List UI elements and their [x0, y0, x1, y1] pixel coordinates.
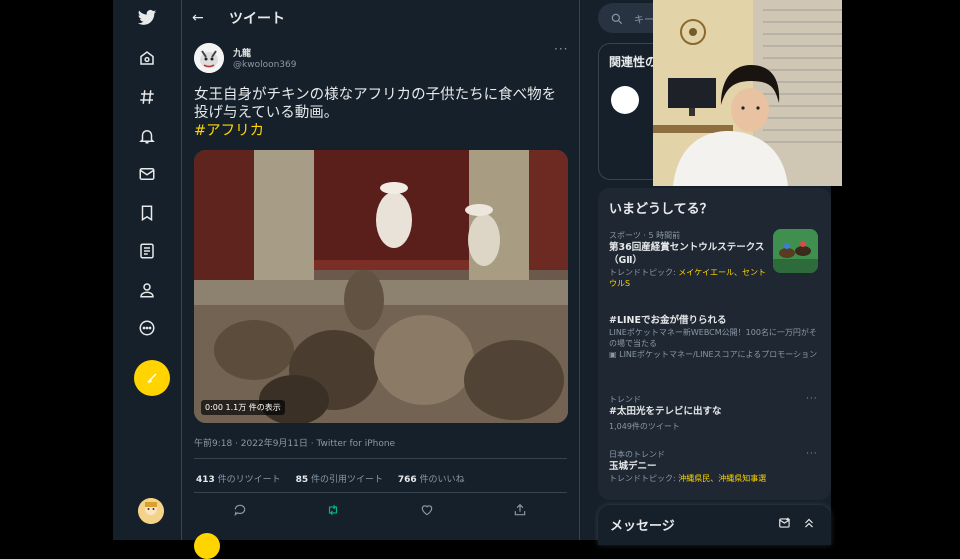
trend-name: 玉城デニー — [609, 461, 657, 472]
trend-sub: 1,049件のツイート — [609, 422, 680, 431]
tweet-timestamp[interactable]: 午前9:18 · 2022年9月11日 · Twitter for iPhone — [194, 436, 395, 449]
trend-item[interactable]: スポーツ · 5 時間前 第36回産経賞セントウルステークス（GⅡ） トレンドト… — [609, 230, 769, 289]
tweet-stats: 413 件のリツイート 85 件の引用ツイート 766 件のいいね — [196, 472, 477, 485]
profile-person-icon[interactable] — [131, 274, 163, 306]
tweet-hashtag-link[interactable]: #アフリカ — [194, 122, 569, 140]
reply-icon[interactable] — [230, 500, 250, 520]
explore-hashtag-icon[interactable] — [131, 81, 163, 113]
tweet-video[interactable]: 0:00 1.1万 件の表示 — [194, 150, 568, 423]
trend-sub: LINEポケットマネー新WEBCM公開！100名に一万円がその場で当たる — [609, 328, 817, 348]
retweet-count[interactable]: 413 件のリツイート — [196, 475, 281, 485]
trend-more-icon[interactable]: ··· — [806, 394, 818, 404]
page-title: ツイート — [229, 11, 285, 27]
back-arrow-icon[interactable]: ← — [192, 10, 204, 26]
compose-tweet-button[interactable] — [134, 360, 170, 396]
trend-name: #太田光をテレビに出すな — [609, 406, 722, 417]
compose-feather-icon — [147, 373, 157, 384]
trend-name: 第36回産経賞セントウルステークス（GⅡ） — [609, 242, 765, 266]
messages-drawer[interactable]: メッセージ — [598, 505, 831, 545]
home-icon[interactable] — [131, 42, 163, 74]
tweet-header: ← ツイート — [182, 0, 579, 36]
like-count[interactable]: 766 件のいいね — [398, 475, 465, 485]
video-views-label: 0:00 1.1万 件の表示 — [201, 400, 285, 415]
tweet-detail-column: ← ツイート 九龍 @kwoloon369 ··· 女王自身がチキンの様なアフリ… — [181, 0, 580, 559]
trend-name: #LINEでお金が借りられる — [609, 315, 727, 326]
more-options-circle-icon[interactable] — [131, 312, 163, 344]
tweet-actions — [182, 500, 579, 520]
bookmarks-icon[interactable] — [131, 197, 163, 229]
reply-author-avatar[interactable] — [194, 533, 220, 559]
video-frame-image — [194, 150, 568, 423]
trend-sub: トレンドトピック: 沖縄県民、沖縄県知事選 — [609, 474, 767, 483]
trend-item[interactable]: トレンド #太田光をテレビに出すな 1,049件のツイート — [609, 394, 819, 432]
like-heart-icon[interactable] — [417, 500, 437, 520]
lists-icon[interactable] — [131, 235, 163, 267]
tweet-text: 女王自身がチキンの様なアフリカの子供たちに食べ物を投げ与えている動画。 #アフリ… — [194, 86, 569, 140]
trend-sub: トレンドトピック: メイケイエール、セントウルS — [609, 268, 767, 288]
search-placeholder: キー — [634, 15, 654, 26]
twitter-logo-icon[interactable] — [131, 2, 163, 34]
divider — [194, 492, 567, 493]
messages-envelope-icon[interactable] — [131, 158, 163, 190]
trends-title: いまどうしてる？ — [609, 202, 713, 217]
search-icon — [610, 11, 624, 25]
account-avatar[interactable] — [138, 498, 164, 524]
expand-chevrons-icon[interactable] — [802, 515, 816, 529]
messages-title: メッセージ — [610, 519, 675, 534]
author-handle[interactable]: @kwoloon369 — [233, 60, 296, 70]
trend-more-icon[interactable]: ··· — [806, 449, 818, 459]
webcam-overlay — [653, 0, 842, 186]
quote-count[interactable]: 85 件の引用ツイート — [296, 475, 383, 485]
retweet-icon[interactable] — [323, 500, 343, 520]
trend-meta: スポーツ · 5 時間前 — [609, 231, 681, 240]
trend-meta: トレンド — [609, 395, 641, 404]
author-name[interactable]: 九龍 — [233, 46, 251, 59]
divider — [194, 458, 567, 459]
new-message-icon[interactable] — [778, 515, 792, 529]
relevant-people-title: 関連性の — [609, 55, 658, 69]
tweet-body: 女王自身がチキンの様なアフリカの子供たちに食べ物を投げ与えている動画。 — [194, 87, 557, 121]
left-navigation — [113, 0, 181, 540]
promoted-label: ▣ LINEポケットマネー/LINEスコアによるプロモーション — [609, 350, 818, 359]
author-avatar[interactable] — [194, 43, 224, 73]
notifications-bell-icon[interactable] — [131, 120, 163, 152]
relevant-person-avatar[interactable] — [611, 86, 639, 114]
trend-item-promoted[interactable]: #LINEでお金が借りられる LINEポケットマネー新WEBCM公開！100名に… — [609, 314, 819, 360]
trend-thumbnail — [773, 229, 818, 273]
tweet-more-icon[interactable]: ··· — [554, 42, 568, 56]
trends-panel: いまどうしてる？ スポーツ · 5 時間前 第36回産経賞セントウルステークス（… — [598, 188, 831, 500]
webcam-video-image — [653, 0, 842, 186]
trend-meta: 日本のトレンド — [609, 450, 665, 459]
trend-item[interactable]: 日本のトレンド 玉城デニー トレンドトピック: 沖縄県民、沖縄県知事選 — [609, 449, 819, 484]
share-icon[interactable] — [510, 500, 530, 520]
